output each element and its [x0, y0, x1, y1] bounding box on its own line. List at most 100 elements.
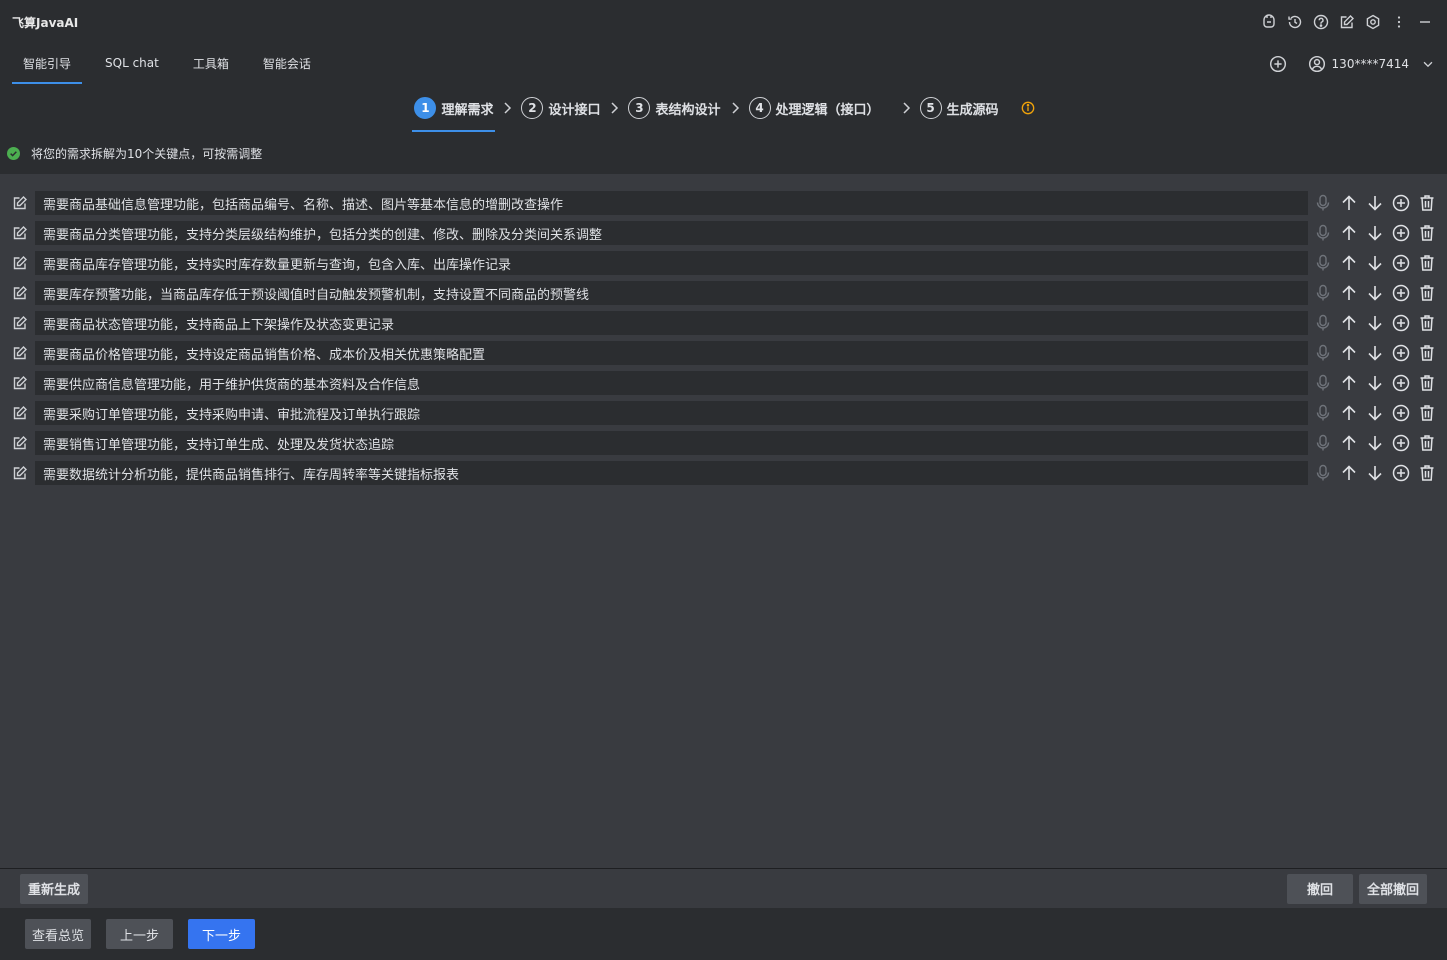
step-label: 生成源码 [946, 102, 999, 118]
requirement-text[interactable]: 需要供应商信息管理功能，用于维护供货商的基本资料及合作信息 [35, 371, 1308, 395]
microphone-icon[interactable] [1312, 282, 1334, 304]
requirement-text[interactable]: 需要数据统计分析功能，提供商品销售排行、库存周转率等关键指标报表 [35, 461, 1308, 485]
arrow-down-icon[interactable] [1364, 432, 1386, 454]
trash-icon[interactable] [1416, 462, 1438, 484]
undo-all-button[interactable]: 全部撤回 [1358, 873, 1427, 904]
user-menu[interactable]: 130****7414 [1308, 55, 1435, 73]
previous-step-button[interactable]: 上一步 [106, 919, 174, 949]
step-table-design[interactable]: 3 表结构设计 [626, 84, 722, 132]
requirement-text[interactable]: 需要商品状态管理功能，支持商品上下架操作及状态变更记录 [35, 311, 1308, 335]
regenerate-button[interactable]: 重新生成 [20, 873, 89, 904]
step-understand-requirements[interactable]: 1 理解需求 [412, 84, 496, 132]
tab-smart-guide[interactable]: 智能引导 [12, 44, 83, 84]
arrow-down-icon[interactable] [1364, 372, 1386, 394]
arrow-down-icon[interactable] [1364, 342, 1386, 364]
arrow-up-icon[interactable] [1338, 282, 1360, 304]
edit-icon[interactable] [10, 433, 30, 453]
arrow-up-icon[interactable] [1338, 432, 1360, 454]
edit-icon[interactable] [10, 343, 30, 363]
undo-button[interactable]: 撤回 [1286, 873, 1353, 904]
arrow-down-icon[interactable] [1364, 252, 1386, 274]
trash-icon[interactable] [1416, 282, 1438, 304]
tab-smart-chat[interactable]: 智能会话 [252, 44, 322, 84]
arrow-up-icon[interactable] [1338, 342, 1360, 364]
edit-icon[interactable] [10, 313, 30, 333]
arrow-up-icon[interactable] [1338, 402, 1360, 424]
requirement-text[interactable]: 需要商品价格管理功能，支持设定商品销售价格、成本价及相关优惠策略配置 [35, 341, 1308, 365]
trash-icon[interactable] [1416, 192, 1438, 214]
requirement-row: 需要采购订单管理功能，支持采购申请、审批流程及订单执行跟踪 [0, 398, 1447, 428]
history-icon[interactable] [1285, 12, 1305, 32]
arrow-up-icon[interactable] [1338, 192, 1360, 214]
row-actions [1312, 462, 1438, 484]
tab-sql-chat[interactable]: SQL chat [94, 44, 170, 84]
help-icon[interactable] [1311, 12, 1331, 32]
arrow-down-icon[interactable] [1364, 402, 1386, 424]
trash-icon[interactable] [1416, 432, 1438, 454]
add-circle-icon[interactable] [1390, 342, 1412, 364]
info-icon[interactable] [1021, 101, 1035, 115]
requirement-text[interactable]: 需要商品分类管理功能，支持分类层级结构维护，包括分类的创建、修改、删除及分类间关… [35, 221, 1308, 245]
trash-icon[interactable] [1416, 312, 1438, 334]
trash-icon[interactable] [1416, 222, 1438, 244]
requirement-text[interactable]: 需要采购订单管理功能，支持采购申请、审批流程及订单执行跟踪 [35, 401, 1308, 425]
requirement-text[interactable]: 需要库存预警功能，当商品库存低于预设阈值时自动触发预警机制，支持设置不同商品的预… [35, 281, 1308, 305]
microphone-icon[interactable] [1312, 462, 1334, 484]
add-session-icon[interactable] [1268, 54, 1288, 74]
step-process-logic[interactable]: 4 处理逻辑（接口） [747, 84, 882, 132]
arrow-down-icon[interactable] [1364, 222, 1386, 244]
edit-icon[interactable] [10, 283, 30, 303]
microphone-icon[interactable] [1312, 342, 1334, 364]
plugin-icon[interactable] [1259, 12, 1279, 32]
microphone-icon[interactable] [1312, 372, 1334, 394]
edit-icon[interactable] [10, 373, 30, 393]
microphone-icon[interactable] [1312, 432, 1334, 454]
microphone-icon[interactable] [1312, 402, 1334, 424]
trash-icon[interactable] [1416, 402, 1438, 424]
microphone-icon[interactable] [1312, 222, 1334, 244]
add-circle-icon[interactable] [1390, 282, 1412, 304]
arrow-down-icon[interactable] [1364, 192, 1386, 214]
add-circle-icon[interactable] [1390, 222, 1412, 244]
trash-icon[interactable] [1416, 372, 1438, 394]
edit-icon[interactable] [1337, 12, 1357, 32]
minimize-icon[interactable] [1415, 12, 1435, 32]
requirement-row: 需要商品价格管理功能，支持设定商品销售价格、成本价及相关优惠策略配置 [0, 338, 1447, 368]
microphone-icon[interactable] [1312, 312, 1334, 334]
arrow-up-icon[interactable] [1338, 252, 1360, 274]
arrow-up-icon[interactable] [1338, 312, 1360, 334]
arrow-down-icon[interactable] [1364, 312, 1386, 334]
add-circle-icon[interactable] [1390, 252, 1412, 274]
edit-icon[interactable] [10, 223, 30, 243]
add-circle-icon[interactable] [1390, 372, 1412, 394]
edit-icon[interactable] [10, 463, 30, 483]
arrow-up-icon[interactable] [1338, 462, 1360, 484]
trash-icon[interactable] [1416, 342, 1438, 364]
add-circle-icon[interactable] [1390, 192, 1412, 214]
edit-icon[interactable] [10, 253, 30, 273]
arrow-up-icon[interactable] [1338, 372, 1360, 394]
edit-icon[interactable] [10, 403, 30, 423]
requirement-text[interactable]: 需要销售订单管理功能，支持订单生成、处理及发货状态追踪 [35, 431, 1308, 455]
tab-toolbox[interactable]: 工具箱 [182, 44, 240, 84]
view-overview-button[interactable]: 查看总览 [25, 919, 92, 949]
requirement-text[interactable]: 需要商品库存管理功能，支持实时库存数量更新与查询，包含入库、出库操作记录 [35, 251, 1308, 275]
microphone-icon[interactable] [1312, 252, 1334, 274]
arrow-down-icon[interactable] [1364, 462, 1386, 484]
arrow-up-icon[interactable] [1338, 222, 1360, 244]
arrow-down-icon[interactable] [1364, 282, 1386, 304]
requirement-text[interactable]: 需要商品基础信息管理功能，包括商品编号、名称、描述、图片等基本信息的增删改查操作 [35, 191, 1308, 215]
add-circle-icon[interactable] [1390, 432, 1412, 454]
edit-icon[interactable] [10, 193, 30, 213]
step-design-api[interactable]: 2 设计接口 [519, 84, 602, 132]
add-circle-icon[interactable] [1390, 402, 1412, 424]
step-number: 5 [919, 97, 942, 119]
trash-icon[interactable] [1416, 252, 1438, 274]
add-circle-icon[interactable] [1390, 312, 1412, 334]
add-circle-icon[interactable] [1390, 462, 1412, 484]
more-icon[interactable] [1389, 12, 1409, 32]
step-generate-source[interactable]: 5 生成源码 [918, 84, 1001, 132]
microphone-icon[interactable] [1312, 192, 1334, 214]
next-step-button[interactable]: 下一步 [188, 919, 256, 949]
settings-icon[interactable] [1363, 12, 1383, 32]
